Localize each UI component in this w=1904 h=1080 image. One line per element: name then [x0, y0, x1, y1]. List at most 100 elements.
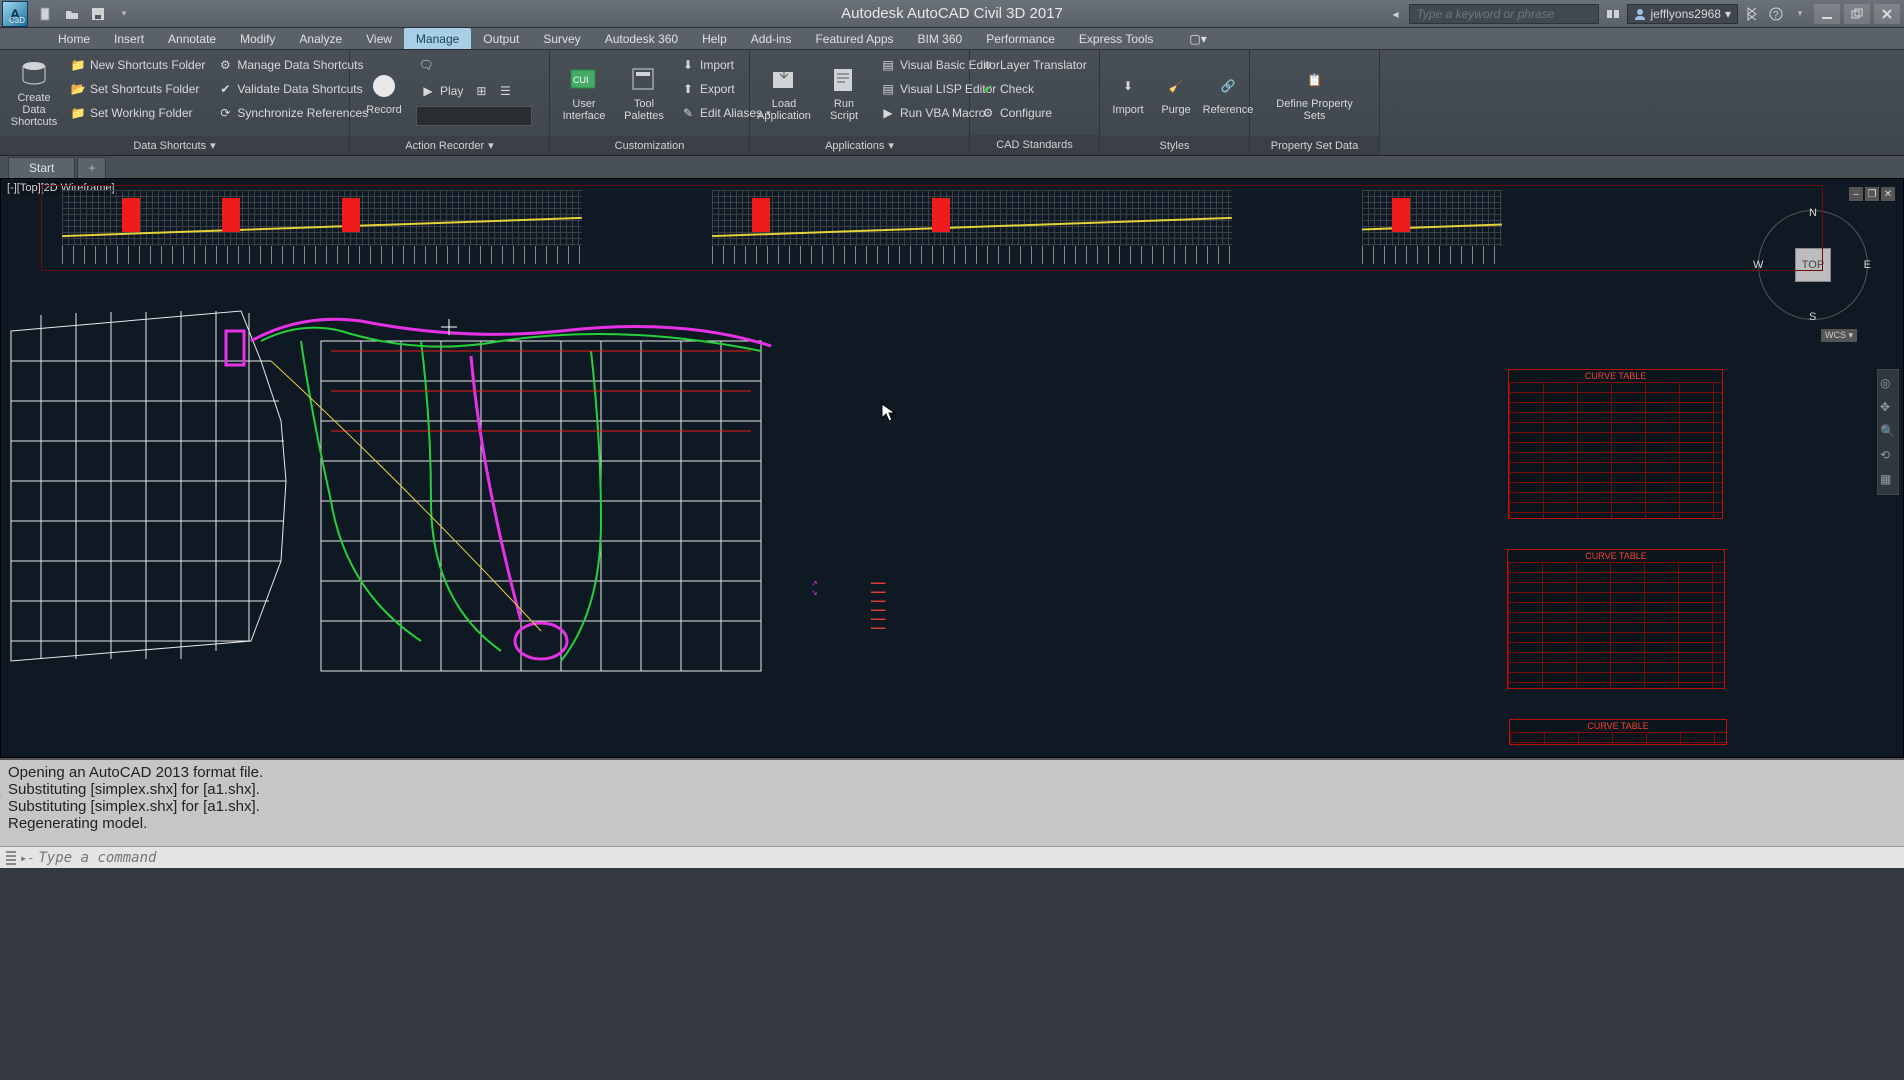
ribbon-tab-output[interactable]: Output: [471, 28, 531, 49]
load-application-button[interactable]: LoadApplication: [756, 54, 812, 132]
panel-cad-standards: ≡Layer Translator ✔Check ⚙Configure CAD …: [970, 50, 1100, 155]
macro-icon: ▶: [880, 105, 896, 121]
panel-title[interactable]: Applications▾: [750, 136, 969, 155]
panel-title[interactable]: Action Recorder▾: [350, 136, 549, 155]
palettes-label: ToolPalettes: [624, 98, 664, 122]
manage-data-shortcuts-button[interactable]: ⚙Manage Data Shortcuts: [213, 54, 372, 76]
vp-minimize-icon[interactable]: ‒: [1849, 187, 1863, 201]
zoom-icon[interactable]: 🔍: [1880, 424, 1896, 440]
compass-e[interactable]: E: [1864, 259, 1871, 271]
preference-button[interactable]: ⊞: [471, 80, 491, 102]
restore-button[interactable]: [1844, 4, 1870, 24]
qat-customize-dropdown[interactable]: [114, 4, 134, 24]
ribbon-tab-insert[interactable]: Insert: [102, 28, 156, 49]
open-icon[interactable]: [62, 4, 82, 24]
new-icon[interactable]: [36, 4, 56, 24]
ribbon-tab-add-ins[interactable]: Add-ins: [739, 28, 804, 49]
command-input-row: ▸-: [0, 846, 1904, 868]
reference-styles-button[interactable]: 🔗Reference: [1202, 54, 1254, 132]
set-working-folder-button[interactable]: 📁Set Working Folder: [66, 102, 209, 124]
check-standards-button[interactable]: ✔Check: [976, 78, 1091, 100]
ribbon-cycle-button[interactable]: ▢▾: [1177, 28, 1218, 49]
tool-palettes-button[interactable]: ToolPalettes: [616, 54, 672, 132]
panel-customization: CUI UserInterface ToolPalettes ⬇Import ⬆…: [550, 50, 750, 155]
panel-expand-caret-icon: ▾: [888, 139, 894, 152]
curve-table-2: CURVE TABLE: [1507, 549, 1725, 689]
load-app-icon: [768, 64, 800, 96]
showmotion-icon[interactable]: ▦: [1880, 472, 1896, 488]
ribbon-tab-modify[interactable]: Modify: [228, 28, 287, 49]
ribbon-tab-bim-360[interactable]: BIM 360: [906, 28, 975, 49]
profile-view-1: [62, 190, 582, 246]
layers-icon: ≡: [980, 57, 996, 73]
help-icon[interactable]: ?: [1766, 4, 1786, 24]
tab-new[interactable]: +: [77, 157, 106, 178]
command-history[interactable]: ✕ 🔧 Opening an AutoCAD 2013 format file.…: [0, 760, 1904, 846]
ribbon-tab-manage[interactable]: Manage: [404, 28, 471, 49]
message-icon: 🗨: [418, 57, 434, 73]
panel-title: Styles: [1100, 136, 1249, 155]
vp-restore-icon[interactable]: ❐: [1865, 187, 1879, 201]
folder-gear-icon: 📁: [70, 105, 86, 121]
tab-start[interactable]: Start: [8, 157, 75, 178]
purge-styles-button[interactable]: 🧹Purge: [1154, 54, 1198, 132]
exchange-apps-icon[interactable]: [1742, 4, 1762, 24]
table-heading: CURVE TABLE: [1508, 550, 1724, 562]
ribbon-tab-performance[interactable]: Performance: [974, 28, 1067, 49]
run-script-label: RunScript: [830, 98, 858, 122]
ribbon-tab-help[interactable]: Help: [690, 28, 739, 49]
play-button[interactable]: ▶Play: [416, 80, 467, 102]
infocenter-icon[interactable]: [1603, 4, 1623, 24]
record-button[interactable]: Record: [356, 54, 412, 132]
legend-block: ━━━━━━━━━━━━━━━━━━: [871, 579, 941, 633]
layer-translator-button[interactable]: ≡Layer Translator: [976, 54, 1091, 76]
create-data-shortcuts-button[interactable]: Create DataShortcuts: [6, 54, 62, 132]
insert-message-button[interactable]: 🗨: [416, 54, 436, 76]
orbit-icon[interactable]: ⟲: [1880, 448, 1896, 464]
panel-property-set-data: 📋Define Property Sets Property Set Data: [1250, 50, 1380, 155]
command-input[interactable]: [38, 850, 1898, 866]
table-heading: CURVE TABLE: [1510, 720, 1726, 732]
small-label: Reference: [1203, 104, 1254, 116]
small-label: Synchronize References: [237, 106, 368, 120]
compass-s[interactable]: S: [1809, 311, 1816, 323]
ribbon-tab-annotate[interactable]: Annotate: [156, 28, 228, 49]
configure-standards-button[interactable]: ⚙Configure: [976, 102, 1091, 124]
cmd-grip-icon[interactable]: [6, 851, 16, 865]
record-label: Record: [366, 104, 401, 116]
run-script-button[interactable]: RunScript: [816, 54, 872, 132]
define-property-sets-button[interactable]: 📋Define Property Sets: [1256, 54, 1373, 132]
viewport-window-controls: ‒ ❐ ✕: [1849, 187, 1895, 201]
ribbon-tab-survey[interactable]: Survey: [531, 28, 592, 49]
user-interface-button[interactable]: CUI UserInterface: [556, 54, 612, 132]
save-icon[interactable]: [88, 4, 108, 24]
synchronize-references-button[interactable]: ⟳Synchronize References: [213, 102, 372, 124]
curve-table-1: CURVE TABLE: [1508, 369, 1723, 519]
model-viewport[interactable]: [-][Top][2D Wireframe] ‒ ❐ ✕ TOP N E S W…: [0, 178, 1904, 758]
steering-wheel-icon[interactable]: ◎: [1880, 376, 1896, 392]
vp-close-icon[interactable]: ✕: [1881, 187, 1895, 201]
manage-macros-button[interactable]: ☰: [495, 80, 515, 102]
ribbon-tab-autodesk-360[interactable]: Autodesk 360: [593, 28, 690, 49]
set-shortcuts-folder-button[interactable]: 📂Set Shortcuts Folder: [66, 78, 209, 100]
ucs-selector[interactable]: WCS ▾: [1821, 329, 1857, 342]
ribbon-tab-express-tools[interactable]: Express Tools: [1067, 28, 1165, 49]
import-styles-button[interactable]: ⬇Import: [1106, 54, 1150, 132]
validate-data-shortcuts-button[interactable]: ✔Validate Data Shortcuts: [213, 78, 372, 100]
ribbon-tab-home[interactable]: Home: [46, 28, 102, 49]
ribbon-tab-view[interactable]: View: [354, 28, 404, 49]
help-search-input[interactable]: [1409, 4, 1599, 24]
macro-combo[interactable]: [416, 106, 532, 126]
cursor-icon: [881, 403, 897, 426]
close-button[interactable]: [1874, 4, 1900, 24]
signed-in-user[interactable]: jefflyons2968 ▾: [1627, 4, 1738, 24]
panel-title[interactable]: Data Shortcuts▾: [0, 136, 349, 155]
ribbon-tab-featured-apps[interactable]: Featured Apps: [803, 28, 905, 49]
search-handle-icon[interactable]: ◂: [1385, 4, 1405, 24]
pan-icon[interactable]: ✥: [1880, 400, 1896, 416]
ribbon-tab-analyze[interactable]: Analyze: [287, 28, 354, 49]
help-dropdown[interactable]: [1790, 4, 1810, 24]
new-shortcuts-folder-button[interactable]: 📁New Shortcuts Folder: [66, 54, 209, 76]
minimize-button[interactable]: [1814, 4, 1840, 24]
tab-label: Start: [29, 161, 54, 175]
